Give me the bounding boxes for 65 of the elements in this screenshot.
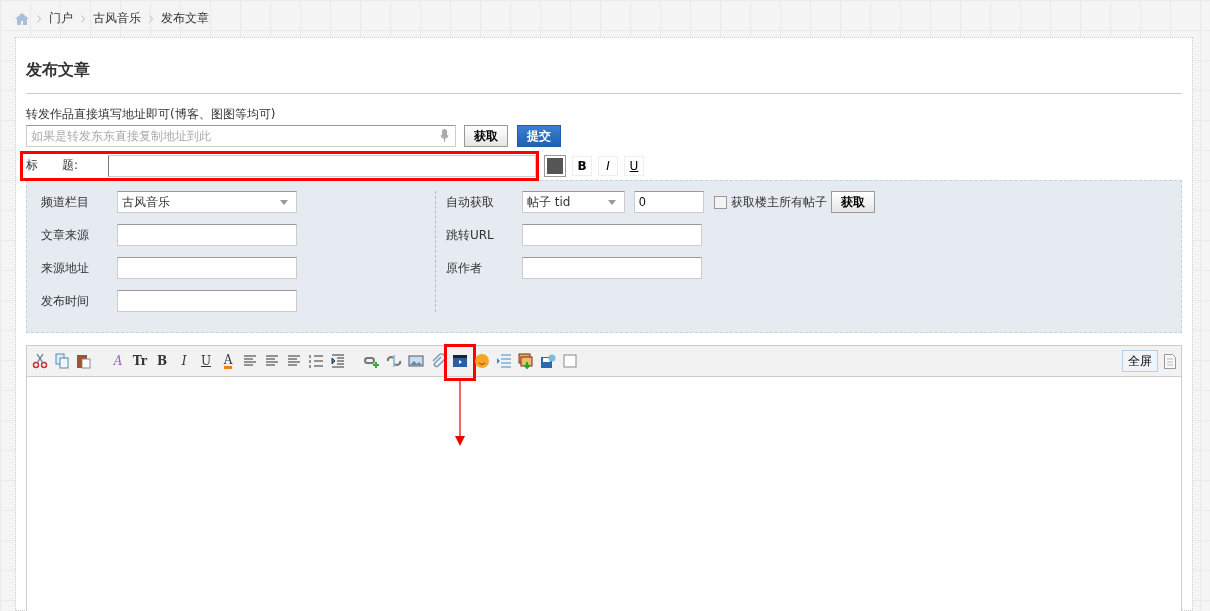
chevron-icon xyxy=(149,14,153,23)
field-label: 发布时间 xyxy=(41,292,90,310)
field-label: 文章来源 xyxy=(41,226,90,244)
dropdown-caret-icon[interactable] xyxy=(280,199,288,205)
bold-tool[interactable]: B xyxy=(156,355,168,367)
fetch-button[interactable]: 获取 xyxy=(831,191,875,213)
forward-hint: 转发作品直接填写地址即可(博客、图图等均可) xyxy=(26,106,277,123)
breadcrumb-link[interactable]: 发布文章 xyxy=(161,10,209,27)
align-icon[interactable] xyxy=(242,353,258,369)
text-input-field[interactable] xyxy=(522,257,702,279)
video-icon[interactable] xyxy=(452,353,468,369)
font-tool[interactable]: A xyxy=(113,355,123,367)
text-input-field[interactable] xyxy=(117,257,297,279)
url-input-field[interactable]: 如果是转发东东直接复制地址到此 xyxy=(26,125,456,147)
paste-icon[interactable] xyxy=(76,353,92,369)
field-label: 原作者 xyxy=(446,259,483,277)
channel-select[interactable]: 古风音乐 xyxy=(117,191,297,213)
type-select[interactable]: 帖子 tid xyxy=(522,191,625,213)
fullscreen-button[interactable]: 全屏 xyxy=(1122,350,1158,372)
unlink-icon[interactable] xyxy=(386,353,402,369)
underline-button[interactable]: U xyxy=(624,155,644,176)
align-icon[interactable] xyxy=(264,353,280,369)
text-input-field[interactable] xyxy=(117,224,297,246)
field-label: 来源地址 xyxy=(41,259,90,277)
fetch-button[interactable]: 获取 xyxy=(464,125,508,147)
copy-icon[interactable] xyxy=(54,353,70,369)
breadcrumb-link[interactable]: 门户 xyxy=(49,10,73,27)
align-icon[interactable] xyxy=(286,353,302,369)
text-input-field[interactable] xyxy=(117,290,297,312)
breadcrumb-link[interactable]: 古风音乐 xyxy=(93,10,141,27)
bold-button[interactable]: B xyxy=(572,155,592,176)
checkbox-label: 获取楼主所有帖子 xyxy=(731,193,827,211)
attach-icon[interactable] xyxy=(430,353,446,369)
pagebreak-icon[interactable] xyxy=(496,353,512,369)
page-heading: 发布文章 xyxy=(26,38,1182,94)
microphone-icon[interactable] xyxy=(440,129,449,142)
italic-button[interactable]: I xyxy=(598,155,618,176)
dropdown-caret-icon[interactable] xyxy=(608,199,616,205)
color-tool[interactable]: A xyxy=(223,353,233,369)
underline-tool[interactable]: U xyxy=(200,355,212,367)
field-label: 自动获取 xyxy=(446,193,495,211)
chevron-icon xyxy=(37,14,41,23)
download-icon[interactable] xyxy=(518,353,534,369)
indent-icon[interactable] xyxy=(330,353,346,369)
field-label: 频道栏目 xyxy=(41,193,90,211)
pointer-arrow xyxy=(454,381,466,447)
list-icon[interactable] xyxy=(308,353,324,369)
italic-tool[interactable]: I xyxy=(181,355,187,367)
save-icon[interactable] xyxy=(540,353,556,369)
checkbox-icon[interactable] xyxy=(562,353,578,369)
text-input-field[interactable] xyxy=(522,224,702,246)
document-icon[interactable] xyxy=(1164,353,1176,369)
title-input-field[interactable] xyxy=(108,154,536,177)
chevron-icon xyxy=(81,14,85,23)
image-icon[interactable] xyxy=(408,353,424,369)
home-icon[interactable] xyxy=(15,12,29,25)
field-label: 跳转URL xyxy=(446,226,495,244)
cut-icon[interactable] xyxy=(32,353,48,369)
title-label: 标 题: xyxy=(26,157,80,174)
tid-input-field[interactable]: 0 xyxy=(634,191,704,213)
submit-button[interactable]: 提交 xyxy=(517,125,561,147)
emoji-icon[interactable] xyxy=(474,353,490,369)
size-tool[interactable]: Tr xyxy=(132,355,148,367)
color-picker-button[interactable] xyxy=(544,154,566,177)
checkbox[interactable] xyxy=(714,195,727,209)
